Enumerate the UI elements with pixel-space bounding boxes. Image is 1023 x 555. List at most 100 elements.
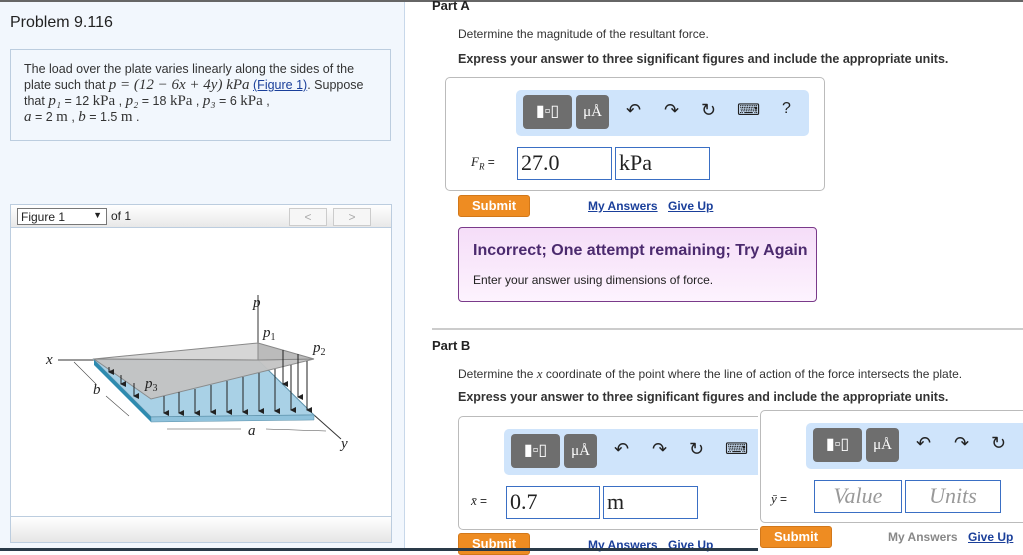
keyboard-icon[interactable]: ⌨ (725, 439, 748, 459)
label-p: p (252, 295, 261, 311)
unit: kPa (92, 93, 116, 109)
q-post: coordinate of the point where the line o… (542, 367, 963, 381)
part-b-instruction: Express your answer to three significant… (458, 390, 949, 404)
templates-icon: ▮▫▯ (523, 442, 548, 459)
fr-sub: R (478, 161, 485, 172)
undo-icon[interactable]: ↶ (626, 100, 641, 121)
redo-icon[interactable]: ↷ (664, 100, 679, 121)
unit: m (56, 109, 68, 125)
label-p3-sub: 3 (153, 383, 158, 394)
reset-icon[interactable]: ↻ (689, 439, 704, 460)
equals: = (480, 494, 488, 508)
figure-area: p p1 p2 p3 x b a y (10, 228, 392, 517)
ybar-value-input[interactable]: Value (814, 480, 902, 513)
sep: , (192, 94, 203, 108)
b-value: = 1.5 (85, 110, 121, 124)
sep: . (132, 110, 140, 124)
label-p2-sub: 2 (321, 347, 326, 358)
label-p1: p1 (262, 325, 276, 343)
p2-symbol: p₂ (125, 93, 139, 109)
a-value: = 2 (31, 110, 57, 124)
units-button[interactable]: μÅ (576, 95, 609, 129)
xbar-units-input[interactable]: m (603, 486, 698, 519)
part-b-submit-button[interactable]: Submit (458, 533, 530, 555)
ybar-var: ȳ (771, 491, 777, 506)
unit: m (120, 109, 133, 125)
label-a: a (248, 423, 256, 439)
unit: kPa (169, 93, 193, 109)
sep: , (67, 110, 79, 124)
figure-count: of 1 (111, 209, 132, 223)
part-a-title: Part A (432, 0, 470, 13)
reset-icon[interactable]: ↻ (701, 100, 716, 121)
problem-statement: The load over the plate varies linearly … (10, 49, 391, 141)
feedback-title: Incorrect; One attempt remaining; Try Ag… (473, 242, 808, 259)
templates-icon: ▮▫▯ (535, 103, 560, 120)
units-button[interactable]: μÅ (866, 428, 899, 462)
fr-label: FR = (471, 154, 495, 172)
figure-1-link[interactable]: (Figure 1) (253, 78, 307, 92)
prev-figure-button[interactable]: < (289, 208, 327, 226)
a-symbol: a (24, 109, 32, 125)
redo-icon[interactable]: ↷ (652, 439, 667, 460)
xbar-var: x̄ (471, 493, 477, 508)
ybar-answer-box: ▮▫▯ μÅ ↶ ↷ ↻ ȳ = Value Units (760, 410, 1023, 523)
templates-icon: ▮▫▯ (825, 436, 850, 453)
part-b-question: Determine the x coordinate of the point … (458, 366, 962, 382)
ybar-submit-button[interactable]: Submit (760, 526, 832, 548)
math-toolbar: ▮▫▯ μÅ ↶ ↷ ↻ ⌨ ? (516, 90, 809, 136)
figure-select-value: Figure 1 (21, 210, 66, 224)
undo-icon[interactable]: ↶ (614, 439, 629, 460)
problem-panel: Problem 9.116 The load over the plate va… (0, 2, 405, 548)
ybar-my-answers-link[interactable]: My Answers (888, 530, 958, 544)
part-a-answer-box: ▮▫▯ μÅ ↶ ↷ ↻ ⌨ ? FR = 27.0 kPa (445, 77, 825, 191)
label-p2: p2 (312, 340, 326, 358)
load-equation: p = (12 − 6x + 4y) kPa (108, 77, 250, 93)
equals: = (487, 155, 495, 169)
fr-units-input[interactable]: kPa (615, 147, 710, 180)
p1-symbol: p₁ (48, 93, 62, 109)
feedback-box: Incorrect; One attempt remaining; Try Ag… (458, 227, 817, 302)
sep: , (262, 94, 270, 108)
unit: kPa (240, 93, 263, 109)
figure-select[interactable]: Figure 1 ▼ (17, 208, 107, 225)
math-toolbar: ▮▫▯ μÅ ↶ ↷ ↻ (806, 423, 1023, 469)
help-button[interactable]: ? (782, 100, 791, 118)
xbar-label: x̄ = (471, 493, 487, 509)
label-y: y (339, 436, 348, 452)
part-a-give-up-link[interactable]: Give Up (668, 199, 713, 213)
dropdown-arrow-icon: ▼ (93, 210, 102, 220)
equals: = (780, 492, 788, 506)
y-axis (313, 414, 342, 440)
xbar-value-input[interactable]: 0.7 (506, 486, 600, 519)
part-a-my-answers-link[interactable]: My Answers (588, 199, 658, 213)
ybar-panel: ▮▫▯ μÅ ↶ ↷ ↻ ȳ = Value Units Submit My A… (758, 406, 1023, 551)
feedback-text: Enter your answer using dimensions of fo… (473, 273, 714, 287)
fr-value-input[interactable]: 27.0 (517, 147, 612, 180)
fr-var: F (471, 154, 479, 169)
part-divider (432, 328, 1023, 330)
part-a-question: Determine the magnitude of the resultant… (458, 27, 709, 41)
templates-button[interactable]: ▮▫▯ (523, 95, 572, 129)
reset-icon[interactable]: ↻ (991, 433, 1006, 454)
p2-value: = 18 (138, 94, 170, 108)
next-figure-button[interactable]: > (333, 208, 371, 226)
ybar-label: ȳ = (771, 491, 787, 507)
problem-title: Problem 9.116 (10, 14, 113, 31)
q-pre: Determine the (458, 367, 537, 381)
ybar-units-input[interactable]: Units (905, 480, 1001, 513)
part-b-answer-box: ▮▫▯ μÅ ↶ ↷ ↻ ⌨ x̄ = 0.7 m (458, 416, 804, 530)
keyboard-icon[interactable]: ⌨ (737, 100, 760, 120)
ybar-give-up-link[interactable]: Give Up (968, 530, 1013, 544)
templates-button[interactable]: ▮▫▯ (813, 428, 862, 462)
units-button[interactable]: μÅ (564, 434, 597, 468)
label-x: x (45, 352, 53, 368)
p3-value: = 6 (215, 94, 241, 108)
p3-symbol: p₃ (202, 93, 216, 109)
undo-icon[interactable]: ↶ (916, 433, 931, 454)
p1-value: = 12 (61, 94, 93, 108)
part-a-submit-button[interactable]: Submit (458, 195, 530, 217)
sep: , (115, 94, 126, 108)
redo-icon[interactable]: ↷ (954, 433, 969, 454)
templates-button[interactable]: ▮▫▯ (511, 434, 560, 468)
